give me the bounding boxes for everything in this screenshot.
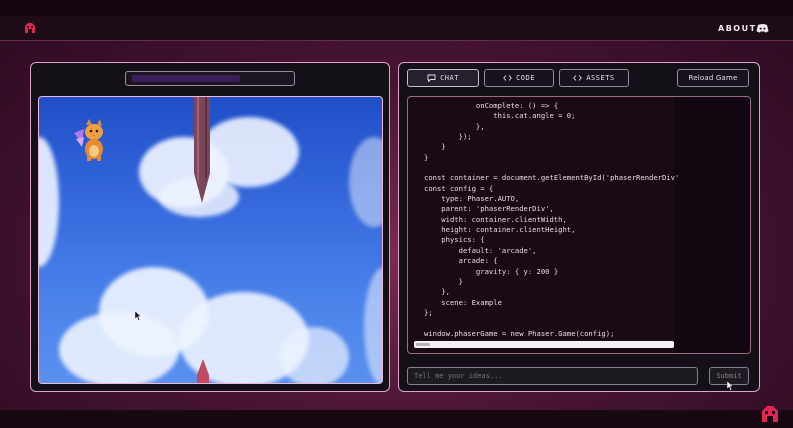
code-line: }, bbox=[424, 121, 485, 131]
game-title-bar bbox=[125, 71, 295, 86]
cloud bbox=[39, 137, 59, 267]
game-panel bbox=[30, 62, 390, 392]
cloud bbox=[349, 137, 382, 227]
cloud bbox=[59, 312, 179, 383]
code-gutter-shade bbox=[674, 97, 750, 353]
horizontal-scrollbar[interactable] bbox=[414, 341, 674, 348]
cloud bbox=[279, 327, 349, 383]
cloud bbox=[199, 117, 299, 187]
code-line: }); bbox=[424, 132, 472, 142]
tab-chat[interactable]: CHAT bbox=[407, 69, 479, 87]
code-text[interactable]: onComplete: () => { this.cat.angle = 0; … bbox=[424, 101, 684, 345]
tab-chat-label: CHAT bbox=[440, 74, 459, 82]
code-line: } bbox=[424, 276, 463, 286]
reload-game-button[interactable]: Reload Game bbox=[677, 69, 749, 87]
chat-bubble-icon bbox=[427, 74, 436, 82]
mouse-cursor-icon bbox=[727, 381, 734, 391]
header-bar bbox=[0, 16, 793, 41]
scrollbar-thumb[interactable] bbox=[416, 343, 430, 346]
discord-icon[interactable] bbox=[756, 23, 769, 33]
top-band bbox=[0, 0, 793, 16]
code-line: const container = document.getElementByI… bbox=[424, 173, 680, 183]
cloud bbox=[364, 267, 382, 383]
reload-game-label: Reload Game bbox=[688, 74, 738, 82]
game-canvas[interactable] bbox=[38, 96, 383, 384]
code-brackets-icon bbox=[503, 75, 512, 81]
code-line: type: Phaser.AUTO, bbox=[424, 194, 520, 204]
code-line: onComplete: () => { bbox=[424, 101, 559, 110]
footer-bar bbox=[0, 410, 793, 428]
code-line: parent: 'phaserRenderDiv', bbox=[424, 204, 554, 214]
pillar-obstacle-bottom bbox=[197, 359, 209, 383]
code-line: const config = { bbox=[424, 183, 494, 193]
tab-assets-label: ASSETS bbox=[586, 74, 615, 82]
code-brackets-icon bbox=[573, 75, 583, 81]
app-logo-icon[interactable] bbox=[760, 404, 780, 424]
chat-input[interactable] bbox=[407, 367, 698, 385]
code-line: scene: Example bbox=[424, 297, 502, 307]
code-line: width: container.clientWidth, bbox=[424, 214, 567, 224]
code-line: gravity: { y: 200 } bbox=[424, 266, 559, 276]
app-logo-icon[interactable] bbox=[24, 22, 36, 34]
code-line: height: container.clientHeight, bbox=[424, 225, 576, 235]
submit-label: Submit bbox=[716, 372, 742, 380]
pillar-obstacle-top bbox=[194, 97, 210, 203]
tab-code-label: CODE bbox=[516, 74, 535, 82]
tab-code[interactable]: CODE bbox=[484, 69, 554, 87]
code-line: physics: { bbox=[424, 235, 485, 245]
title-bar-fill bbox=[132, 75, 240, 82]
code-line: }, bbox=[424, 287, 450, 297]
code-line: default: 'arcade', bbox=[424, 245, 537, 255]
code-line: } bbox=[424, 152, 429, 162]
code-line: } bbox=[424, 142, 446, 152]
cat-sprite bbox=[74, 119, 103, 161]
mouse-cursor-icon bbox=[135, 311, 142, 321]
code-line: this.cat.angle = 0; bbox=[424, 111, 576, 121]
code-editor[interactable]: onComplete: () => { this.cat.angle = 0; … bbox=[407, 96, 751, 354]
code-line: window.phaserGame = new Phaser.Game(conf… bbox=[424, 328, 615, 338]
about-link[interactable]: ABOUT bbox=[718, 24, 757, 33]
tab-assets[interactable]: ASSETS bbox=[559, 69, 629, 87]
code-line: }; bbox=[424, 307, 433, 317]
editor-panel: CHAT CODE ASSETS Reload Game onComplete:… bbox=[398, 62, 760, 392]
code-line: arcade: { bbox=[424, 256, 498, 266]
